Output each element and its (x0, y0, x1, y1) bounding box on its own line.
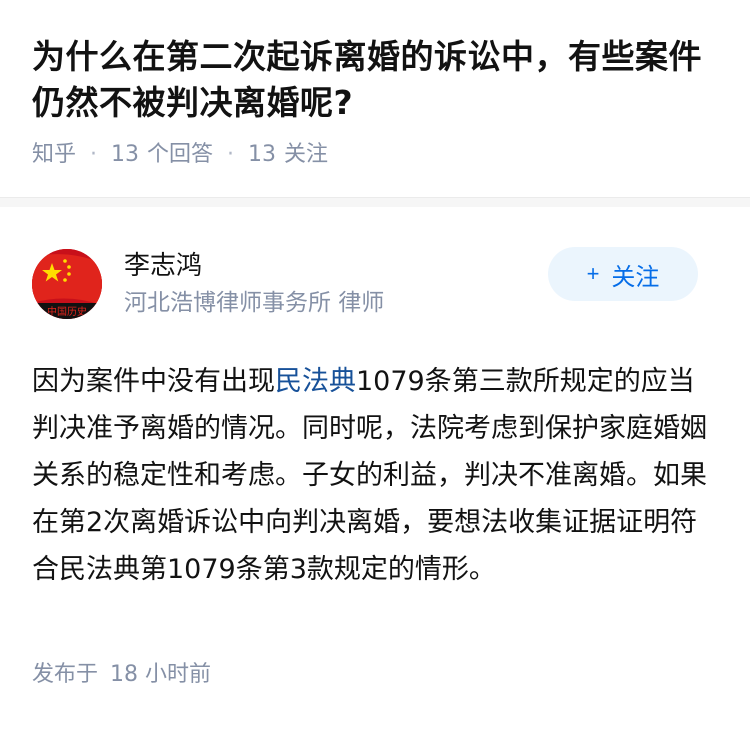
civil-code-link[interactable]: 民法典 (275, 366, 356, 397)
section-divider (0, 197, 750, 207)
follow-button[interactable]: + 关注 (548, 247, 698, 301)
publish-label: 发布于 (32, 662, 99, 687)
avatar[interactable]: 中国历史 (32, 249, 102, 319)
question-meta: 知乎 · 13 个回答 · 13 关注 (32, 140, 718, 170)
separator-dot: · (90, 142, 98, 167)
answer-card: 中国历史 李志鸿 河北浩博律师事务所 律师 + 关注 因为案件中没有出现民法典1… (0, 207, 750, 593)
followers-count: 13 (248, 142, 277, 167)
author-info: 李志鸿 河北浩博律师事务所 律师 (124, 248, 384, 320)
author-headline: 河北浩博律师事务所 律师 (124, 290, 385, 316)
followers-label: 关注 (284, 142, 329, 167)
answers-label: 个回答 (147, 142, 214, 167)
question-header: 为什么在第二次起诉离婚的诉讼中，有些案件仍然不被判决离婚呢? 知乎 · 13 个… (0, 0, 750, 170)
author-row: 中国历史 李志鸿 河北浩博律师事务所 律师 + 关注 (32, 234, 718, 334)
question-title[interactable]: 为什么在第二次起诉离婚的诉讼中，有些案件仍然不被判决离婚呢? (32, 34, 718, 126)
answer-text-after: 1079条第三款所规定的应当判决准予离婚的情况。同时呢，法院考虑到保护家庭婚姻关… (32, 366, 707, 585)
source-label[interactable]: 知乎 (32, 140, 76, 170)
page: 为什么在第二次起诉离婚的诉讼中，有些案件仍然不被判决离婚呢? 知乎 · 13 个… (0, 0, 750, 730)
avatar-text: 中国历史 (47, 305, 87, 318)
separator-dot: · (227, 142, 235, 167)
author-name[interactable]: 李志鸿 (124, 248, 384, 284)
publish-time: 18 小时前 (110, 662, 212, 687)
answer-text-before: 因为案件中没有出现 (32, 366, 275, 397)
follow-label: 关注 (611, 263, 660, 291)
flag-icon: 中国历史 (32, 249, 102, 319)
plus-icon: + (586, 261, 600, 286)
answers-count: 13 (111, 142, 140, 167)
answer-content: 因为案件中没有出现民法典1079条第三款所规定的应当判决准予离婚的情况。同时呢，… (32, 358, 718, 593)
publish-info: 发布于 18 小时前 (32, 660, 211, 690)
